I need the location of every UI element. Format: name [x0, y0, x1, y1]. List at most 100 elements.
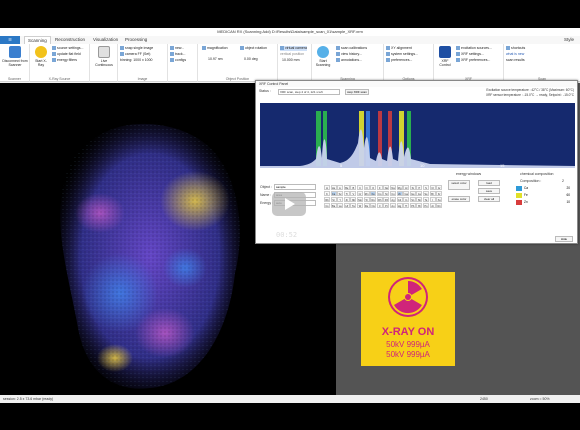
erase-color-button[interactable]: erase color — [448, 196, 470, 202]
hide-panel-button[interactable]: Hide — [555, 236, 573, 242]
element-button-at[interactable]: At — [429, 203, 436, 208]
element-button-be[interactable]: Be — [343, 185, 350, 190]
element-button-la[interactable]: La — [337, 203, 344, 208]
element-button-v[interactable]: V — [350, 191, 357, 196]
element-button-c[interactable]: C — [357, 185, 363, 190]
element-button-tl[interactable]: Tl — [403, 203, 410, 208]
tab-reconstruction[interactable]: Reconstruction — [52, 36, 88, 44]
source-settings-button[interactable]: source settings... — [52, 46, 83, 51]
tab-scanning[interactable]: Scanning — [24, 36, 51, 44]
element-button-au[interactable]: Au — [390, 203, 396, 208]
system-settings-button[interactable]: system settings... — [386, 52, 418, 57]
element-button-zn[interactable]: Zn — [396, 191, 403, 196]
element-button-b[interactable]: B — [350, 185, 357, 190]
element-button-mo[interactable]: Mo — [357, 197, 363, 202]
xrf-preferences-button[interactable]: XRF preferences... — [456, 58, 490, 63]
element-button-cl[interactable]: Cl — [429, 185, 436, 190]
file-menu-button[interactable]: ☰ — [0, 36, 20, 44]
element-button-hg[interactable]: Hg — [396, 203, 403, 208]
object-field[interactable]: sample — [274, 184, 316, 190]
clear-all-button[interactable]: clear all — [478, 196, 500, 202]
element-button-bi[interactable]: Bi — [416, 203, 423, 208]
element-button-se[interactable]: Se — [423, 191, 429, 196]
element-button-ru[interactable]: Ru — [370, 197, 377, 202]
element-button-sc[interactable]: Sc — [337, 191, 344, 196]
object-rotation-control[interactable]: object rotation — [240, 46, 267, 51]
track-button[interactable]: track... — [170, 52, 186, 57]
disconnect-button[interactable]: Disconnect from Scanner — [2, 46, 28, 67]
element-button-cs[interactable]: Cs — [324, 203, 330, 208]
composition-value[interactable]: 2 — [562, 179, 564, 183]
element-button-si[interactable]: Si — [409, 185, 416, 190]
element-button-fe[interactable]: Fe — [370, 191, 377, 196]
element-button-ba[interactable]: Ba — [330, 203, 337, 208]
element-button-pb[interactable]: Pb — [409, 203, 416, 208]
update-flat-field-button[interactable]: update flat field — [52, 52, 81, 57]
element-button-i[interactable]: I — [429, 197, 436, 202]
element-button-pd[interactable]: Pd — [383, 197, 390, 202]
tab-processing[interactable]: Processing — [122, 36, 150, 44]
element-button-in[interactable]: In — [403, 197, 410, 202]
element-button-hf[interactable]: Hf — [343, 203, 350, 208]
view-history-button[interactable]: view history... — [336, 52, 362, 57]
element-button-kr[interactable]: Kr — [436, 191, 443, 196]
xrf-settings-button[interactable]: XRF settings... — [456, 52, 484, 57]
element-button-sr[interactable]: Sr — [330, 197, 337, 202]
element-button-te[interactable]: Te — [423, 197, 429, 202]
snap-single-image-button[interactable]: snap single image — [120, 46, 153, 51]
save-button[interactable]: save — [478, 188, 500, 194]
start-xray-button[interactable]: Start X-Ray — [32, 46, 50, 67]
what-is-new-link[interactable]: what is new — [506, 52, 524, 57]
binning-selector[interactable]: binning: 1000 x 1000 — [120, 58, 153, 63]
element-button-n[interactable]: N — [363, 185, 370, 190]
new-button[interactable]: new... — [170, 46, 184, 51]
element-button-rh[interactable]: Rh — [376, 197, 383, 202]
xrf-control-button[interactable]: XRF Control — [436, 46, 454, 67]
element-button-re[interactable]: Re — [363, 203, 370, 208]
element-button-os[interactable]: Os — [370, 203, 377, 208]
element-button-ar[interactable]: Ar — [436, 185, 443, 190]
element-button-h[interactable]: H — [324, 185, 330, 190]
tab-visualization[interactable]: Visualization — [90, 36, 121, 44]
start-scanning-button[interactable]: Start Scanning — [314, 46, 332, 67]
excitation-sources-button[interactable]: excitation sources... — [456, 46, 492, 51]
element-button-al[interactable]: Al — [403, 185, 410, 190]
element-button-zr[interactable]: Zr — [343, 197, 350, 202]
scan-calibrations-button[interactable]: scan calibrations — [336, 46, 367, 51]
scan-results-link[interactable]: scan results — [506, 58, 525, 63]
element-button-s[interactable]: S — [423, 185, 429, 190]
element-button-o[interactable]: O — [370, 185, 377, 190]
element-row-zn[interactable]: Zn 10 — [516, 199, 574, 205]
element-button-ta[interactable]: Ta — [350, 203, 357, 208]
magnification-control[interactable]: magnification — [202, 46, 228, 51]
xy-alignment-button[interactable]: XY alignment — [386, 46, 412, 51]
element-button-as[interactable]: As — [416, 191, 423, 196]
element-button-p[interactable]: P — [416, 185, 423, 190]
xrf-spectrum-plot[interactable]: 5 10 15 — [260, 103, 575, 168]
energy-filters-button[interactable]: energy filters — [52, 58, 77, 63]
video-play-button[interactable] — [272, 192, 306, 216]
element-button-pt[interactable]: Pt — [383, 203, 390, 208]
style-menu[interactable]: Style — [564, 36, 574, 44]
element-button-tc[interactable]: Tc — [363, 197, 370, 202]
element-button-he[interactable]: He — [330, 185, 337, 190]
element-button-br[interactable]: Br — [429, 191, 436, 196]
element-button-na[interactable]: Na — [390, 185, 396, 190]
element-button-ge[interactable]: Ge — [409, 191, 416, 196]
element-button-sb[interactable]: Sb — [416, 197, 423, 202]
element-row-fe[interactable]: Fe 60 — [516, 192, 574, 198]
element-button-ag[interactable]: Ag — [390, 197, 396, 202]
element-button-xe[interactable]: Xe — [436, 197, 443, 202]
element-button-ne[interactable]: Ne — [383, 185, 390, 190]
element-button-li[interactable]: Li — [337, 185, 344, 190]
element-button-y[interactable]: Y — [337, 197, 344, 202]
element-button-ir[interactable]: Ir — [376, 203, 383, 208]
element-button-sn[interactable]: Sn — [409, 197, 416, 202]
element-button-cd[interactable]: Cd — [396, 197, 403, 202]
element-button-cr[interactable]: Cr — [357, 191, 363, 196]
element-button-rn[interactable]: Rn — [436, 203, 443, 208]
camera-ff-button[interactable]: camera FF (Set) — [120, 52, 150, 57]
element-button-rb[interactable]: Rb — [324, 197, 330, 202]
element-row-ca[interactable]: Ca 20 — [516, 185, 574, 191]
element-button-co[interactable]: Co — [376, 191, 383, 196]
